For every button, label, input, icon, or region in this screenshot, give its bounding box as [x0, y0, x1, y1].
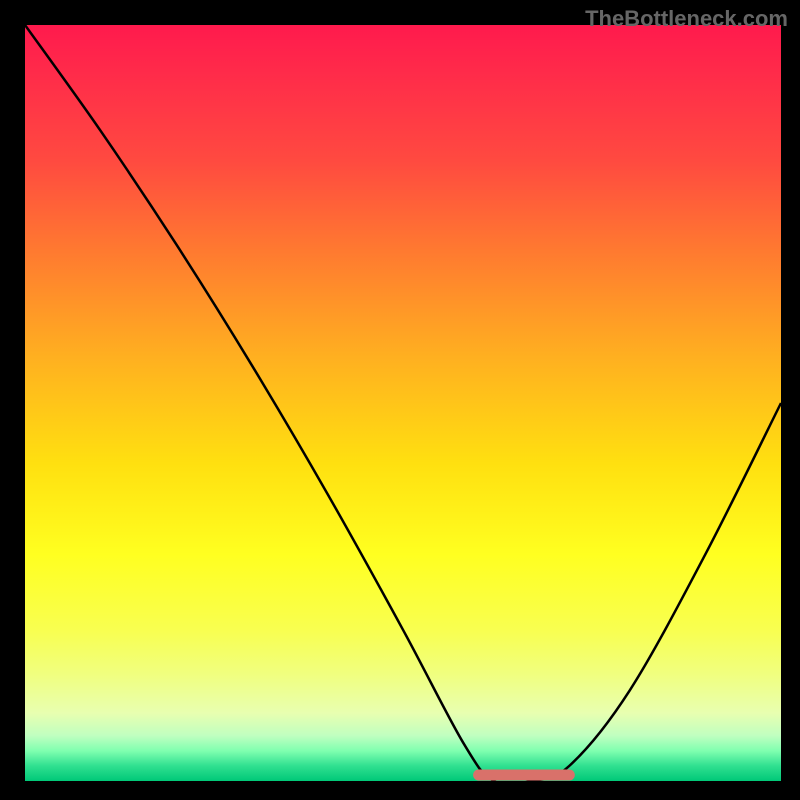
plot-area: [25, 25, 781, 781]
bottleneck-curve-path: [25, 25, 781, 781]
watermark-text: TheBottleneck.com: [585, 6, 788, 32]
curve-layer: [25, 25, 781, 781]
